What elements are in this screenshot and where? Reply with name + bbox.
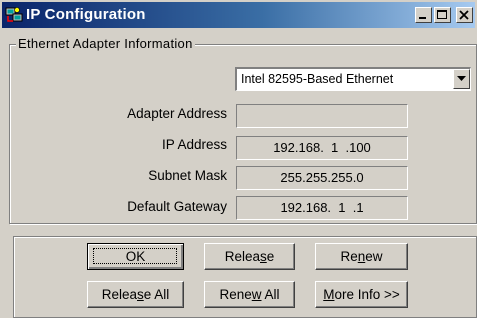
renew-all-label-mnemonic: w xyxy=(251,287,262,302)
more-info-button[interactable]: More Info >> xyxy=(315,281,408,308)
maximize-button[interactable] xyxy=(434,7,451,23)
chevron-down-icon xyxy=(457,76,466,81)
ip-address-value: 192.168. 1 .100 xyxy=(236,136,408,160)
more-info-label-mnemonic: M xyxy=(323,287,335,302)
renew-all-label-post: All xyxy=(261,287,280,302)
renew-label-pre: Re xyxy=(340,249,358,264)
release-all-label-mnemonic: s xyxy=(137,287,144,302)
adapter-address-value xyxy=(236,104,408,128)
default-gateway-label: Default Gateway xyxy=(127,199,227,214)
subnet-mask-label: Subnet Mask xyxy=(148,168,227,183)
renew-button[interactable]: Renew xyxy=(315,243,408,270)
more-info-label-post: ore Info >> xyxy=(334,287,400,302)
renew-all-button[interactable]: Renew All xyxy=(204,281,295,308)
close-icon xyxy=(459,10,469,20)
release-label-mnemonic: s xyxy=(260,249,267,264)
ip-address-label: IP Address xyxy=(161,137,227,152)
release-all-button[interactable]: Release All xyxy=(87,281,184,308)
close-button[interactable] xyxy=(456,7,473,23)
renew-all-label-pre: Rene xyxy=(219,287,252,302)
minimize-icon xyxy=(419,17,426,19)
group-label: Ethernet Adapter Information xyxy=(16,36,195,51)
adapter-address-label: Adapter Address xyxy=(127,106,227,121)
ok-button[interactable]: OK xyxy=(87,243,184,270)
title-bar[interactable]: IP Configuration xyxy=(2,2,475,28)
adapter-dropdown-value: Intel 82595-Based Ethernet xyxy=(241,72,394,86)
renew-label-post: ew xyxy=(365,249,383,264)
release-all-label-pre: Relea xyxy=(101,287,137,302)
network-app-icon xyxy=(5,6,23,24)
dropdown-button[interactable] xyxy=(453,69,470,89)
subnet-mask-value: 255.255.255.0 xyxy=(236,166,408,190)
window-title: IP Configuration xyxy=(26,6,146,23)
ip-configuration-window: IP Configuration Ethernet Adapter Inform… xyxy=(0,0,477,318)
focus-rectangle xyxy=(93,248,177,264)
release-button[interactable]: Release xyxy=(204,243,295,270)
release-label-post: e xyxy=(266,249,275,264)
adapter-dropdown[interactable]: Intel 82595-Based Ethernet xyxy=(235,67,471,91)
release-all-label-post: e All xyxy=(143,287,170,302)
default-gateway-value: 192.168. 1 .1 xyxy=(236,196,408,220)
maximize-icon xyxy=(437,10,447,19)
minimize-button[interactable] xyxy=(415,7,432,23)
release-label-pre: Relea xyxy=(224,249,260,264)
